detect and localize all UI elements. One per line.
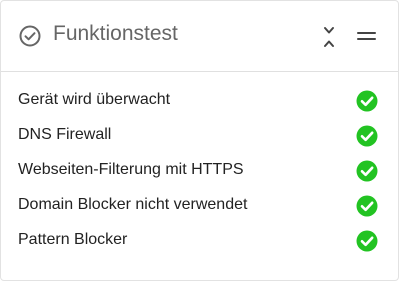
widget-header: Funktionstest [1, 1, 398, 72]
check-item-device-monitored: Gerät wird überwacht [1, 83, 398, 118]
check-label: Gerät wird überwacht [18, 91, 171, 108]
check-ok-icon [356, 195, 378, 217]
check-ok-icon [356, 125, 378, 147]
check-label: Pattern Blocker [18, 231, 128, 248]
check-ok-icon [356, 230, 378, 252]
collapse-button[interactable] [319, 25, 339, 49]
check-ok-icon [356, 90, 378, 112]
check-circle-outline-icon [18, 24, 42, 48]
check-label: DNS Firewall [18, 126, 112, 143]
check-item-domain-blocker: Domain Blocker nicht verwendet [1, 188, 398, 223]
check-item-https-filtering: Webseiten-Filterung mit HTTPS [1, 153, 398, 188]
check-list: Gerät wird überwacht DNS Firewall Websei… [1, 83, 398, 258]
check-ok-icon [356, 160, 378, 182]
check-item-dns-firewall: DNS Firewall [1, 118, 398, 153]
check-item-pattern-blocker: Pattern Blocker [1, 223, 398, 258]
check-label: Domain Blocker nicht verwendet [18, 196, 248, 213]
drag-handle-button[interactable] [355, 27, 377, 45]
check-label: Webseiten-Filterung mit HTTPS [18, 161, 244, 178]
function-test-widget: Funktionstest Gerät wird überwacht DNS F… [0, 0, 399, 281]
collapse-chevrons-icon [324, 27, 334, 47]
drag-handle-icon [357, 32, 376, 40]
widget-title: Funktionstest [53, 22, 178, 45]
